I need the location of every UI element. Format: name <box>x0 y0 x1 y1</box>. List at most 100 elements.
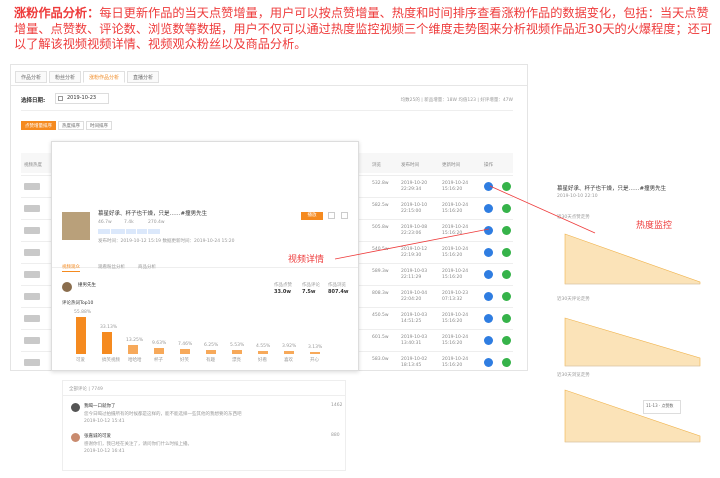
monitor-title: 慕星好承、杯子也干燥，只是……#撞男先生 <box>557 186 667 192</box>
metric-likes-label: 作品点赞 <box>274 283 292 288</box>
analysis-icon[interactable] <box>484 270 493 279</box>
hotword-bar <box>76 316 86 354</box>
bar-category-label: 哈哈哈 <box>128 358 142 363</box>
analysis-icon[interactable] <box>484 182 493 191</box>
author-name[interactable]: 撞男先生 <box>78 282 96 288</box>
analysis-icon[interactable] <box>484 314 493 323</box>
analysis-icon[interactable] <box>484 248 493 257</box>
author-avatar[interactable] <box>62 282 72 292</box>
col-views[interactable]: 浏览 <box>372 163 381 169</box>
page-heading: 涨粉作品分析：每日更新作品的当天点赞增量，用户可以按点赞增量、热度和时间排序查看… <box>14 6 714 53</box>
analysis-icon[interactable] <box>484 292 493 301</box>
popup-stat-likes: 46.7w <box>98 220 112 225</box>
comment-count: 全部评论 | 7749 <box>69 387 103 392</box>
row-published: 2019-10-03 14:51:25 <box>401 313 428 324</box>
monitor-icon[interactable] <box>502 182 511 191</box>
chart-title-likes: 近30天点赞走势 <box>557 215 590 220</box>
row-published: 2019-10-10 22:15:00 <box>401 203 428 214</box>
bar-value-label: 7.46% <box>178 342 193 348</box>
monitor-icon[interactable] <box>502 226 511 235</box>
hotword-bar <box>128 345 138 354</box>
analysis-icon[interactable] <box>484 226 493 235</box>
tab-bar: 作品分析 粉丝分析 涨粉作品分析 直播分析 <box>15 71 161 85</box>
comment-text: 您今日喝过拍摄所有的时候都是这样的，能不能选择一些其他的我想要的东西吧 <box>84 412 242 417</box>
bar-value-label: 5.53% <box>230 343 245 349</box>
row-published: 2019-10-03 13:40:31 <box>401 335 428 346</box>
row-updated: 2019-10-24 15:16:20 <box>442 335 469 346</box>
sort-by-heat-button[interactable]: 热度排序 <box>58 121 84 130</box>
hotword-bar <box>232 350 242 354</box>
row-views: 532.8w <box>372 181 389 186</box>
heat-badge <box>24 337 40 344</box>
popup-date-info: 发布时间：2019-10-12 15:19 数据更新时间：2019-10-24 … <box>98 239 235 244</box>
tab-product-analysis[interactable]: 商品分析 <box>138 264 156 270</box>
row-views: 582.5w <box>372 203 389 208</box>
metric-comments-label: 作品评论 <box>302 283 320 288</box>
comment-text: 感谢你们，我已经在关注了，请问你们什么时候上播。 <box>84 442 192 447</box>
calendar-icon <box>58 96 63 101</box>
col-updated[interactable]: 更新时间 <box>442 163 460 169</box>
row-published: 2019-10-12 22:19:30 <box>401 247 428 258</box>
bar-category-label: 喜欢 <box>284 358 293 363</box>
heading-title: 涨粉作品分析： <box>14 6 100 20</box>
analysis-icon[interactable] <box>484 358 493 367</box>
comment-likes[interactable]: 1462 <box>331 403 342 408</box>
play-button[interactable]: 播放 <box>301 212 323 220</box>
date-picker[interactable]: 2019-10-23 <box>55 93 109 104</box>
sort-by-time-button[interactable]: 时间排序 <box>86 121 112 130</box>
popup-stat-views: 270.4w <box>148 220 165 225</box>
row-updated: 2019-10-24 15:16:20 <box>442 203 469 214</box>
tab-growth-works[interactable]: 涨粉作品分析 <box>83 71 126 83</box>
comment-time: 2019-10-12 16:41 <box>84 449 125 454</box>
row-updated: 2019-10-24 15:16:20 <box>442 357 469 368</box>
row-updated: 2019-10-24 15:16:20 <box>442 313 469 324</box>
row-updated: 2019-10-24 15:16:20 <box>442 269 469 280</box>
monitor-icon[interactable] <box>502 270 511 279</box>
avatar <box>71 433 80 442</box>
metric-likes-value: 33.0w <box>274 289 291 295</box>
heat-badge <box>24 315 40 322</box>
row-published: 2019-10-03 22:11:29 <box>401 269 428 280</box>
col-actions: 操作 <box>484 163 493 168</box>
hotword-bar <box>154 347 164 354</box>
monitor-icon[interactable] <box>502 292 511 301</box>
monitor-icon[interactable] <box>502 336 511 345</box>
tab-fan-analysis[interactable]: 观看粉丝分析 <box>98 264 125 270</box>
chart-tooltip: 11-13 · 点赞数 <box>643 400 681 414</box>
monitor-icon[interactable] <box>502 248 511 257</box>
row-published: 2019-10-20 22:29:34 <box>401 181 428 192</box>
heat-badge <box>24 249 40 256</box>
monitor-icon[interactable] <box>502 204 511 213</box>
comment-likes[interactable]: 880 <box>331 433 340 438</box>
close-icon[interactable] <box>701 180 705 184</box>
comment-panel: 全部评论 | 7749 我喝一口就你了 您今日喝过拍摄所有的时候都是这样的，能不… <box>62 380 346 471</box>
monitor-icon[interactable] <box>502 314 511 323</box>
tab-live[interactable]: 直播分析 <box>127 71 160 83</box>
row-views: 505.8w <box>372 225 389 230</box>
col-published[interactable]: 发布时间 <box>401 163 419 169</box>
chart-title-views: 近30天浏览走势 <box>557 373 590 378</box>
date-value: 2019-10-23 <box>67 95 97 101</box>
bar-category-label: 好看 <box>258 358 267 363</box>
heat-badge <box>24 271 40 278</box>
video-cover[interactable] <box>62 212 90 240</box>
sort-group: 点赞增量排序 热度排序 时间排序 <box>21 121 114 130</box>
metric-views-value: 807.4w <box>328 289 349 295</box>
qr-icon[interactable] <box>328 212 335 219</box>
tab-fans[interactable]: 粉丝分析 <box>49 71 82 83</box>
comment-user: 我喝一口就你了 <box>84 404 116 409</box>
bar-category-label: 漂亮 <box>232 358 241 363</box>
row-updated: 2019-10-24 15:16:20 <box>442 247 469 258</box>
comments-trend-chart <box>564 317 701 367</box>
bar-category-label: 开心 <box>310 358 319 363</box>
share-icon[interactable] <box>341 212 348 219</box>
monitor-icon[interactable] <box>502 358 511 367</box>
analysis-icon[interactable] <box>484 336 493 345</box>
analysis-icon[interactable] <box>484 204 493 213</box>
sort-by-likes-button[interactable]: 点赞增量排序 <box>21 121 56 130</box>
row-published: 2019-10-02 18:13:45 <box>401 357 428 368</box>
row-updated: 2019-10-23 07:13:32 <box>442 291 469 302</box>
divider <box>63 395 345 396</box>
tab-works[interactable]: 作品分析 <box>15 71 48 83</box>
tab-audience[interactable]: 视频观众 <box>62 264 80 272</box>
